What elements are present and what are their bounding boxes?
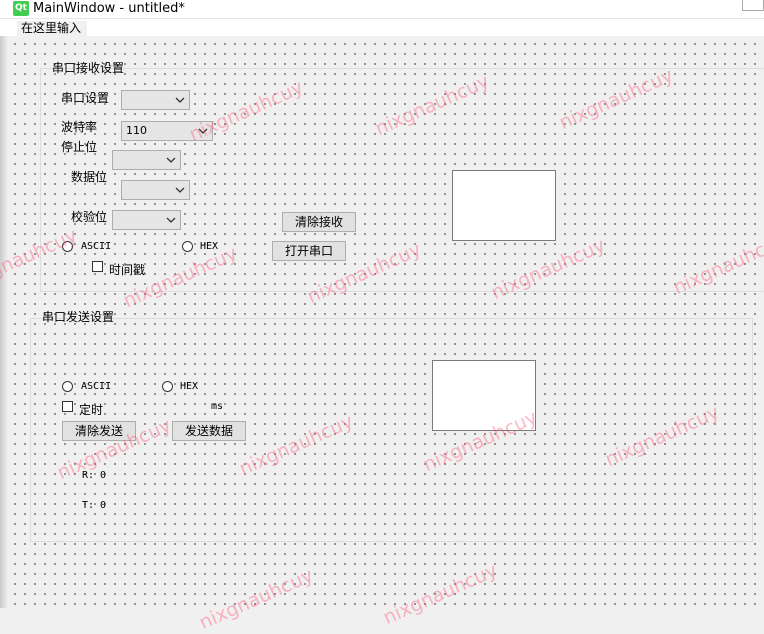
send-settings-group	[30, 318, 753, 542]
send-ascii-label: ASCII	[81, 381, 112, 392]
clear-receive-button[interactable]: 清除接收	[282, 212, 356, 232]
receive-hex-radio[interactable]	[182, 241, 193, 252]
send-data-button[interactable]: 发送数据	[172, 421, 246, 441]
send-group-title: 串口发送设置	[42, 310, 115, 324]
window-title: MainWindow - untitled*	[33, 1, 185, 16]
received-count-label: R: 0	[82, 470, 107, 481]
chevron-down-icon	[166, 217, 176, 223]
chevron-down-icon	[166, 157, 176, 163]
receive-ascii-label: ASCII	[81, 241, 112, 252]
receive-ascii-radio[interactable]	[62, 241, 73, 252]
timer-label: 定时	[79, 403, 104, 417]
databits-label: 数据位	[71, 170, 108, 184]
receive-hex-label: HEX	[200, 241, 219, 252]
clear-send-button[interactable]: 清除发送	[62, 421, 136, 441]
menu-type-here-item[interactable]: 在这里输入	[16, 20, 89, 37]
open-port-button[interactable]: 打开串口	[272, 241, 346, 261]
qt-logo-icon: Qt	[13, 1, 29, 16]
baud-label: 波特率	[61, 120, 98, 134]
send-hex-label: HEX	[180, 381, 199, 392]
send-text-area[interactable]	[432, 360, 536, 431]
chevron-down-icon	[175, 187, 185, 193]
stopbits-combobox[interactable]	[112, 150, 181, 170]
port-combobox[interactable]	[121, 90, 190, 110]
chevron-down-icon	[198, 128, 208, 134]
port-label: 串口设置	[61, 91, 110, 105]
send-ascii-radio[interactable]	[62, 381, 73, 392]
parity-combobox[interactable]	[112, 210, 181, 230]
receive-group-title: 串口接收设置	[52, 61, 125, 75]
receive-text-area[interactable]	[452, 170, 556, 241]
send-hex-radio[interactable]	[162, 381, 173, 392]
parity-label: 校验位	[71, 210, 108, 224]
baud-value: 110	[126, 124, 147, 137]
chevron-down-icon	[175, 97, 185, 103]
timestamp-label: 时间戳	[109, 263, 146, 277]
designer-left-border	[0, 36, 8, 608]
stopbits-label: 停止位	[61, 140, 98, 154]
timestamp-checkbox[interactable]	[92, 261, 103, 272]
databits-combobox[interactable]	[121, 180, 190, 200]
timer-checkbox[interactable]	[62, 401, 73, 412]
baud-combobox[interactable]: 110	[121, 121, 213, 141]
title-bar: Qt MainWindow - untitled*	[0, 0, 764, 19]
window-control-button[interactable]	[742, 0, 764, 11]
menu-bar: 在这里输入	[0, 19, 764, 37]
transmitted-count-label: T: 0	[82, 500, 107, 511]
form-canvas: 串口接收设置 串口设置 波特率 110 停止位 数据位 校验位 清除接收 打开串…	[8, 36, 764, 608]
ms-unit-label: ms	[211, 401, 224, 412]
